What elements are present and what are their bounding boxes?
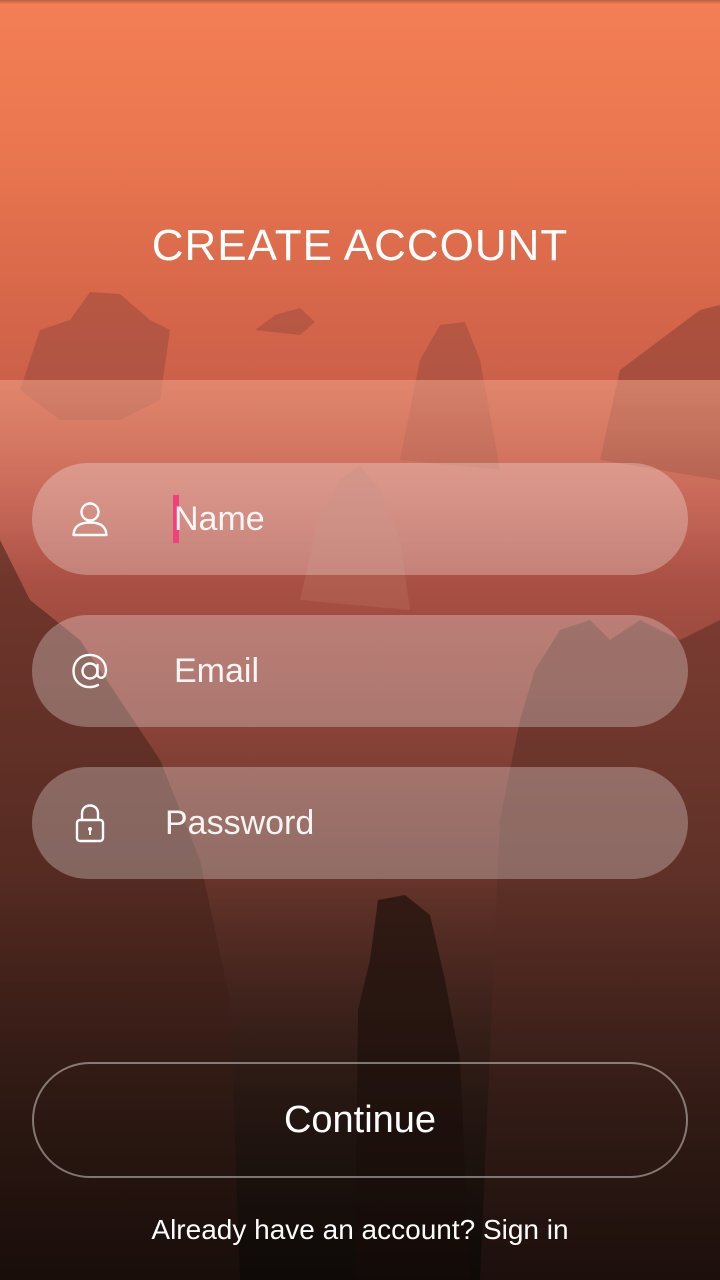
- password-input-placeholder[interactable]: Password: [165, 797, 314, 849]
- at-sign-icon: [72, 653, 108, 689]
- name-field[interactable]: Name: [32, 463, 688, 575]
- status-bar-shadow: [0, 0, 720, 4]
- create-account-screen: CREATE ACCOUNT Name Email Password Conti…: [0, 0, 720, 1280]
- continue-button[interactable]: Continue: [32, 1062, 688, 1178]
- user-icon: [72, 502, 108, 537]
- sign-in-link[interactable]: Already have an account? Sign in: [0, 1210, 720, 1250]
- password-field[interactable]: Password: [32, 767, 688, 879]
- page-title: CREATE ACCOUNT: [151, 221, 569, 270]
- email-field[interactable]: Email: [32, 615, 688, 727]
- lock-icon: [75, 804, 105, 843]
- name-input-placeholder[interactable]: Name: [174, 493, 265, 545]
- email-input-placeholder[interactable]: Email: [174, 645, 259, 697]
